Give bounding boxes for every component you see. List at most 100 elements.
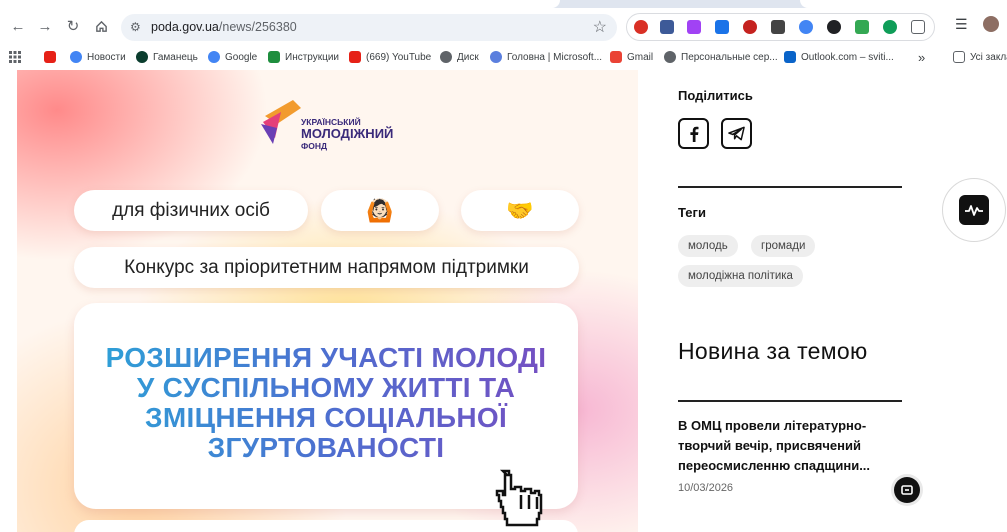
extension-icon[interactable] (771, 20, 785, 34)
news-poster-image: УКРАЇНСЬКИЙ МОЛОДІЖНИЙ ФОНД для фізичних… (17, 70, 638, 532)
address-bar[interactable]: ⚙ poda.gov.ua/news/256380 ☆ (121, 14, 617, 41)
bookmark-youtube[interactable] (44, 49, 61, 65)
bookmark-label: Gmail (627, 51, 654, 63)
tab-search-icon[interactable]: ☰ (955, 16, 968, 33)
bookmark-gmail[interactable]: Gmail (610, 49, 653, 65)
telegram-share-button[interactable] (721, 118, 752, 149)
tags-title: Теги (678, 205, 706, 220)
share-floating-button[interactable] (894, 477, 920, 503)
google-icon (208, 51, 220, 63)
bookmark-label: Инструкции (285, 51, 340, 63)
bookmarks-bar: Новости Гаманець Google Инструкции (669)… (0, 43, 1007, 70)
logo-line-2: МОЛОДІЖНИЙ (301, 126, 394, 142)
facebook-icon (689, 126, 698, 142)
poster-headline: РОЗШИРЕННЯ УЧАСТІ МОЛОДІ У СУСПІЛЬНОМУ Ж… (74, 343, 578, 463)
site-info-icon[interactable]: ⚙ (130, 20, 141, 34)
bookmark-label: Диск (457, 51, 479, 63)
extension-icon[interactable] (687, 20, 701, 34)
abp-extension-icon[interactable] (743, 20, 757, 34)
browser-toolbar: ← → ↻ ⚙ poda.gov.ua/news/256380 ☆ ☰ (0, 0, 1007, 42)
bookmark-hamanets[interactable]: Гаманець (136, 49, 198, 65)
person-emoji-pill: 🙆🏻 (321, 190, 439, 231)
divider (678, 400, 902, 402)
related-news-link[interactable]: В ОМЦ провели літературно-творчий вечір,… (678, 416, 888, 476)
bookmark-instructions[interactable]: Инструкции (268, 49, 339, 65)
headline-line: ЗМІЦНЕННЯ СОЦІАЛЬНОЇ (145, 401, 507, 433)
all-bookmarks-folder[interactable]: Усі закла (953, 49, 1007, 65)
fund-logo-text: УКРАЇНСЬКИЙ МОЛОДІЖНИЙ ФОНД (301, 117, 394, 151)
extension-icon[interactable] (715, 20, 729, 34)
headline-line: У СУСПІЛЬНОМУ ЖИТТІ ТА (136, 371, 516, 403)
bookmark-label: Новости (87, 51, 126, 63)
youtube-icon (44, 51, 56, 63)
bookmark-label: Google (225, 51, 258, 63)
bookmark-label: (669) YouTube (366, 51, 432, 63)
profile-avatar[interactable] (983, 16, 999, 32)
url-host: poda.gov.ua (151, 20, 219, 34)
url-text[interactable]: poda.gov.ua/news/256380 (151, 20, 297, 34)
related-news-date: 10/03/2026 (678, 482, 734, 494)
wallet-icon (136, 51, 148, 63)
active-tab-edge[interactable] (0, 0, 560, 8)
bookmark-star-icon[interactable]: ☆ (593, 17, 607, 37)
globe-icon (664, 51, 676, 63)
headline-line: ЗГУРТОВАНОСТІ (207, 431, 445, 463)
bookmark-label: Усі закла (970, 51, 1007, 63)
google-icon (70, 51, 82, 63)
bookmark-label: Головна | Microsoft... (507, 51, 603, 63)
more-bookmarks-button[interactable]: » (918, 49, 925, 65)
bookmark-label: Персональные сер... (681, 51, 778, 63)
repost-icon (901, 485, 913, 495)
url-path: /news/256380 (218, 20, 297, 34)
microsoft-icon (490, 51, 502, 63)
shield-extension-icon[interactable] (855, 20, 869, 34)
bookmark-novosti[interactable]: Новости (70, 49, 126, 65)
telegram-icon (728, 126, 745, 141)
contest-pill: Конкурс за пріоритетним напрямом підтрим… (74, 247, 579, 288)
gmail-icon (610, 51, 622, 63)
home-icon[interactable] (91, 16, 111, 36)
facebook-share-button[interactable] (678, 118, 709, 149)
bookmark-label: Гаманець (153, 51, 198, 63)
extension-icon[interactable] (799, 20, 813, 34)
tag-youth[interactable]: молодь (678, 235, 738, 257)
pulse-chat-icon (959, 195, 989, 225)
extension-icon[interactable] (827, 20, 841, 34)
share-title: Поділитись (678, 88, 753, 103)
tab-strip (0, 0, 1007, 8)
globe-icon (440, 51, 452, 63)
pointer-hand-icon (495, 469, 543, 527)
bookmark-outlook[interactable]: Outlook.com – sviti... (784, 49, 894, 65)
bookmark-label: Outlook.com – sviti... (801, 51, 894, 63)
tag-communities[interactable]: громади (751, 235, 816, 257)
logo-line-3: ФОНД (301, 140, 328, 151)
reload-icon[interactable]: ↻ (63, 16, 83, 36)
apps-grid-icon[interactable] (9, 49, 21, 65)
adblock-extension-icon[interactable] (634, 20, 648, 34)
handshake-emoji-pill: 🤝 (461, 190, 579, 231)
puzzle-extensions-icon[interactable] (911, 20, 925, 34)
tag-youth-policy[interactable]: молодіжна політика (678, 265, 803, 287)
page-content: УКРАЇНСЬКИЙ МОЛОДІЖНИЙ ФОНД для фізичних… (0, 70, 1007, 532)
youtube-icon (349, 51, 361, 63)
extensions-area (626, 13, 935, 41)
back-arrow-icon[interactable]: ← (8, 16, 28, 36)
related-news-title: Новина за темою (678, 338, 868, 364)
bookmark-personal[interactable]: Персональные сер... (664, 49, 778, 65)
headline-line: РОЗШИРЕННЯ УЧАСТІ МОЛОДІ (105, 342, 547, 373)
audience-pill: для фізичних осіб (74, 190, 308, 231)
extension-icon[interactable] (660, 20, 674, 34)
fund-logo-mark-icon (261, 100, 301, 144)
forward-arrow-icon[interactable]: → (35, 16, 55, 36)
bookmark-microsoft[interactable]: Головна | Microsoft... (490, 49, 602, 65)
accessibility-widget-button[interactable] (942, 178, 1006, 242)
outlook-icon (784, 51, 796, 63)
other-tab-edge[interactable] (800, 0, 1007, 8)
folder-icon (953, 51, 965, 63)
divider (678, 186, 902, 188)
bookmark-google[interactable]: Google (208, 49, 257, 65)
bookmark-disk[interactable]: Диск (440, 49, 479, 65)
classroom-icon (268, 51, 280, 63)
extension-icon[interactable] (883, 20, 897, 34)
bookmark-youtube-669[interactable]: (669) YouTube (349, 49, 431, 65)
